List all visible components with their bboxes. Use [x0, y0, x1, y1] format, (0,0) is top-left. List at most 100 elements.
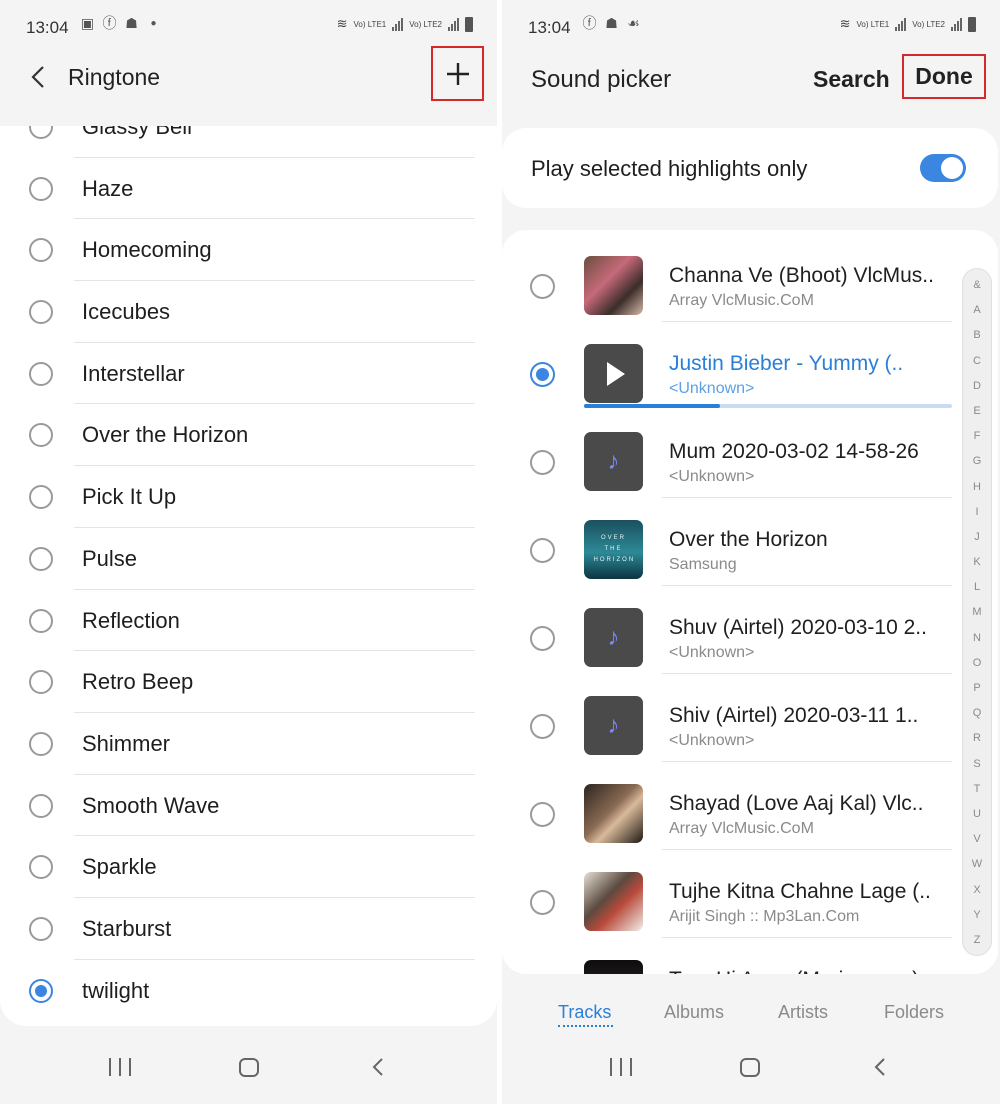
track-item[interactable]: Shayad (Love Aaj Kal) Vlc.. Array VlcMusi…: [502, 758, 998, 850]
track-item[interactable]: Tum Hi Aana (Marjaavaan): [502, 934, 998, 974]
ringtone-item[interactable]: Haze: [0, 158, 497, 220]
index-letter[interactable]: Z: [963, 928, 991, 953]
track-subtitle: Array VlcMusic.CoM: [669, 820, 814, 837]
back-icon[interactable]: [368, 1056, 388, 1078]
recent-apps-icon[interactable]: [610, 1058, 632, 1078]
ringtone-item[interactable]: Retro Beep: [0, 651, 497, 713]
highlights-toggle[interactable]: [920, 154, 966, 182]
index-letter[interactable]: E: [963, 399, 991, 424]
ringtone-label: Over the Horizon: [82, 422, 249, 448]
ringtone-radio[interactable]: [29, 916, 53, 941]
index-letter[interactable]: T: [963, 777, 991, 802]
ringtone-item[interactable]: twilight: [0, 960, 497, 1022]
ringtone-radio[interactable]: [29, 546, 53, 571]
index-letter[interactable]: F: [963, 424, 991, 449]
ringtone-radio[interactable]: [29, 670, 53, 695]
index-letter[interactable]: Y: [963, 903, 991, 928]
alphabet-index[interactable]: & A B C D E F G H I J K L M N O P Q R S T U V W X Y Z: [962, 268, 992, 956]
back-arrow-icon[interactable]: [24, 62, 54, 92]
search-button[interactable]: Search: [813, 66, 890, 93]
index-letter[interactable]: O: [963, 651, 991, 676]
index-letter[interactable]: D: [963, 374, 991, 399]
index-letter[interactable]: N: [963, 626, 991, 651]
index-letter[interactable]: G: [963, 449, 991, 474]
ringtone-item[interactable]: Homecoming: [0, 219, 497, 282]
index-letter[interactable]: J: [963, 525, 991, 550]
track-item[interactable]: OVER THE HORIZON Over the Horizon Samsung: [502, 494, 998, 586]
index-letter[interactable]: I: [963, 500, 991, 525]
track-item[interactable]: Justin Bieber - Yummy (.. <Unknown>: [502, 318, 998, 408]
index-letter[interactable]: C: [963, 349, 991, 374]
ringtone-radio[interactable]: [29, 978, 53, 1003]
ringtone-item[interactable]: Starburst: [0, 898, 497, 960]
ringtone-item[interactable]: Pick It Up: [0, 466, 497, 528]
track-radio[interactable]: [530, 538, 555, 563]
ringtone-item[interactable]: Smooth Wave: [0, 775, 497, 837]
index-letter[interactable]: U: [963, 802, 991, 827]
index-letter[interactable]: L: [963, 575, 991, 600]
done-button[interactable]: Done: [902, 54, 986, 99]
tab-tracks[interactable]: Tracks: [558, 1002, 611, 1023]
tab-albums[interactable]: Albums: [664, 1002, 724, 1023]
music-note-icon: ♪: [584, 696, 643, 755]
ringtone-item[interactable]: Interstellar: [0, 343, 497, 405]
track-radio[interactable]: [530, 714, 555, 739]
home-icon[interactable]: [239, 1058, 259, 1077]
track-radio[interactable]: [530, 450, 555, 475]
ringtone-item[interactable]: Shimmer: [0, 713, 497, 775]
ringtone-radio[interactable]: [29, 176, 53, 201]
index-letter[interactable]: K: [963, 550, 991, 575]
track-item[interactable]: Tujhe Kitna Chahne Lage (.. Arijit Singh …: [502, 846, 998, 938]
ringtone-radio[interactable]: [29, 126, 53, 139]
ringtone-item[interactable]: Reflection: [0, 590, 497, 652]
track-subtitle: <Unknown>: [669, 732, 755, 749]
ringtone-radio[interactable]: [29, 731, 53, 756]
ringtone-item[interactable]: Icecubes: [0, 281, 497, 343]
track-radio[interactable]: [530, 362, 555, 387]
ringtone-radio[interactable]: [29, 855, 53, 880]
image-icon: ▣: [80, 15, 95, 31]
index-letter[interactable]: H: [963, 475, 991, 500]
ringtone-radio[interactable]: [29, 361, 53, 386]
track-radio[interactable]: [530, 274, 555, 299]
back-icon[interactable]: [870, 1056, 890, 1078]
track-title: Shayad (Love Aaj Kal) Vlc..: [669, 792, 924, 815]
ringtone-item[interactable]: Sparkle: [0, 836, 497, 898]
highlights-setting[interactable]: Play selected highlights only: [502, 128, 998, 208]
track-item[interactable]: ♪ Shiv (Airtel) 2020-03-11 1.. <Unknown>: [502, 670, 998, 762]
ringtone-item[interactable]: Pulse: [0, 528, 497, 590]
ringtone-radio[interactable]: [29, 793, 53, 818]
index-letter[interactable]: P: [963, 676, 991, 701]
recent-apps-icon[interactable]: [109, 1058, 131, 1078]
ringtone-radio[interactable]: [29, 238, 53, 263]
ringtone-item[interactable]: Over the Horizon: [0, 404, 497, 467]
album-art: [584, 256, 643, 315]
track-radio[interactable]: [530, 802, 555, 827]
index-letter[interactable]: S: [963, 752, 991, 777]
index-letter[interactable]: M: [963, 600, 991, 625]
add-ringtone-button[interactable]: [431, 46, 484, 101]
index-letter[interactable]: &: [963, 273, 991, 298]
index-letter[interactable]: R: [963, 726, 991, 751]
ringtone-radio[interactable]: [29, 300, 53, 325]
tab-artists[interactable]: Artists: [778, 1002, 828, 1023]
ringtone-radio[interactable]: [29, 608, 53, 633]
track-item[interactable]: ♪ Shuv (Airtel) 2020-03-10 2.. <Unknown>: [502, 582, 998, 674]
index-letter[interactable]: W: [963, 852, 991, 877]
home-icon[interactable]: [740, 1058, 760, 1077]
tab-folders[interactable]: Folders: [884, 1002, 944, 1023]
track-item[interactable]: Channa Ve (Bhoot) VlcMus.. Array VlcMusic…: [502, 230, 998, 322]
plus-icon: [446, 62, 469, 85]
index-letter[interactable]: V: [963, 827, 991, 852]
ringtone-item[interactable]: Glassy Bell: [0, 126, 497, 158]
track-item[interactable]: ♪ Mum 2020-03-02 14-58-26 <Unknown>: [502, 406, 998, 498]
ringtone-radio[interactable]: [29, 485, 53, 510]
track-radio[interactable]: [530, 626, 555, 651]
ringtone-radio[interactable]: [29, 423, 53, 448]
index-letter[interactable]: A: [963, 298, 991, 323]
track-radio[interactable]: [530, 890, 555, 915]
index-letter[interactable]: Q: [963, 701, 991, 726]
index-letter[interactable]: B: [963, 323, 991, 348]
app2-icon: ☙: [627, 15, 640, 31]
index-letter[interactable]: X: [963, 878, 991, 903]
